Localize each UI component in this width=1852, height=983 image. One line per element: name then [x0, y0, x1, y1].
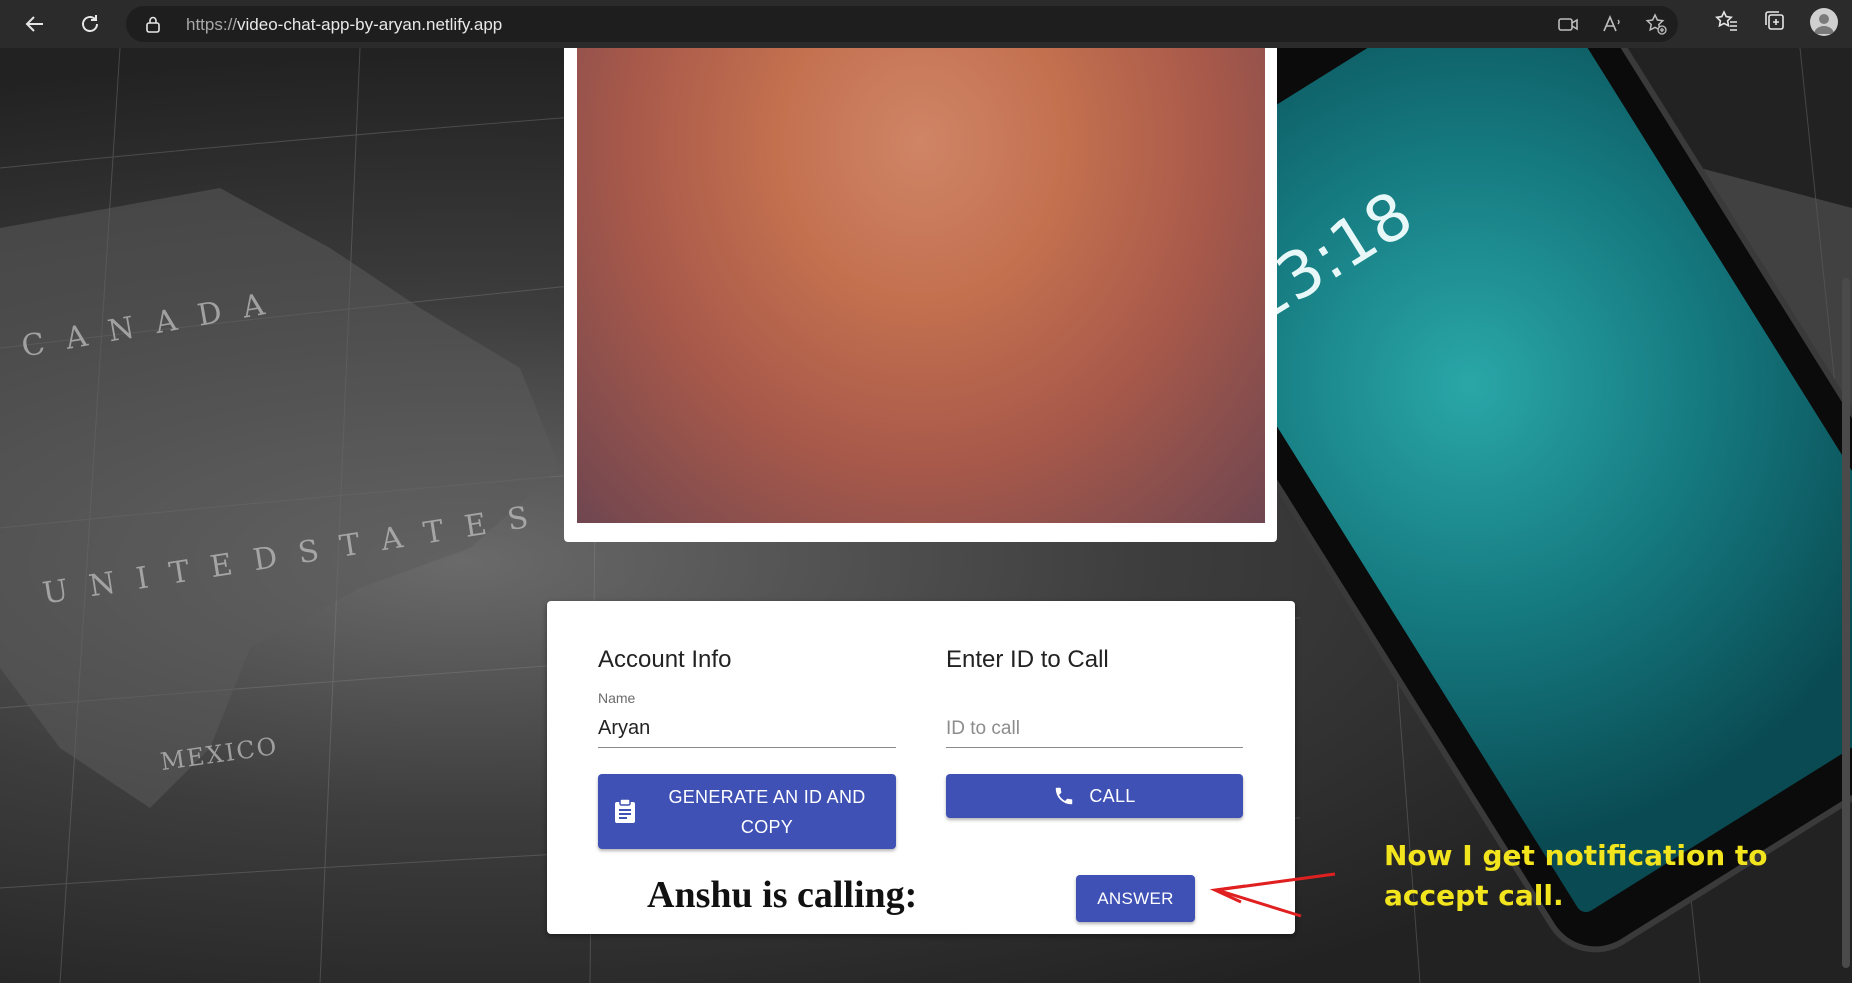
annotation-line-2: accept call.: [1384, 879, 1564, 912]
name-field[interactable]: Aryan: [598, 717, 650, 740]
enter-id-title: Enter ID to Call: [946, 646, 1109, 673]
profile-avatar-icon[interactable]: [1810, 8, 1838, 36]
page-scrollbar[interactable]: [1840, 48, 1852, 983]
address-bar[interactable]: https://video-chat-app-by-aryan.netlify.…: [126, 6, 1678, 42]
read-aloud-icon[interactable]: [1600, 12, 1624, 41]
incoming-call-text: Anshu is calling:: [647, 874, 918, 916]
reload-icon[interactable]: [74, 8, 106, 40]
call-button[interactable]: CALL: [946, 774, 1243, 818]
answer-button[interactable]: ANSWER: [1076, 875, 1195, 922]
url-host: video-chat-app-by-aryan.netlify.app: [237, 15, 503, 34]
generate-id-label: GENERATE AN ID AND COPY: [668, 786, 866, 837]
back-icon[interactable]: [19, 8, 51, 40]
id-to-call-input[interactable]: [946, 718, 1242, 740]
url-text: https://video-chat-app-by-aryan.netlify.…: [186, 15, 502, 35]
browser-toolbar: https://video-chat-app-by-aryan.netlify.…: [0, 0, 1852, 48]
favorites-icon[interactable]: [1714, 8, 1740, 39]
clipboard-icon: [614, 798, 636, 833]
name-label: Name: [598, 690, 636, 706]
local-video: [577, 48, 1265, 523]
account-info-title: Account Info: [598, 646, 732, 673]
camera-icon[interactable]: [1556, 12, 1580, 41]
lock-icon: [146, 16, 160, 38]
url-scheme: https://: [186, 15, 238, 34]
annotation-arrow-icon: [1209, 872, 1336, 918]
add-favorite-icon[interactable]: [1644, 12, 1668, 41]
name-field-underline: [598, 747, 896, 748]
annotation-line-1: Now I get notification to: [1384, 839, 1768, 872]
id-field-underline: [946, 747, 1243, 748]
collections-icon[interactable]: [1762, 8, 1788, 39]
phone-icon: [1053, 785, 1075, 807]
call-button-label: CALL: [1089, 786, 1136, 806]
generate-id-button[interactable]: GENERATE AN ID AND COPY: [598, 774, 896, 849]
annotation-note: Now I get notification to accept call.: [1384, 836, 1768, 916]
scrollbar-thumb[interactable]: [1842, 278, 1850, 968]
